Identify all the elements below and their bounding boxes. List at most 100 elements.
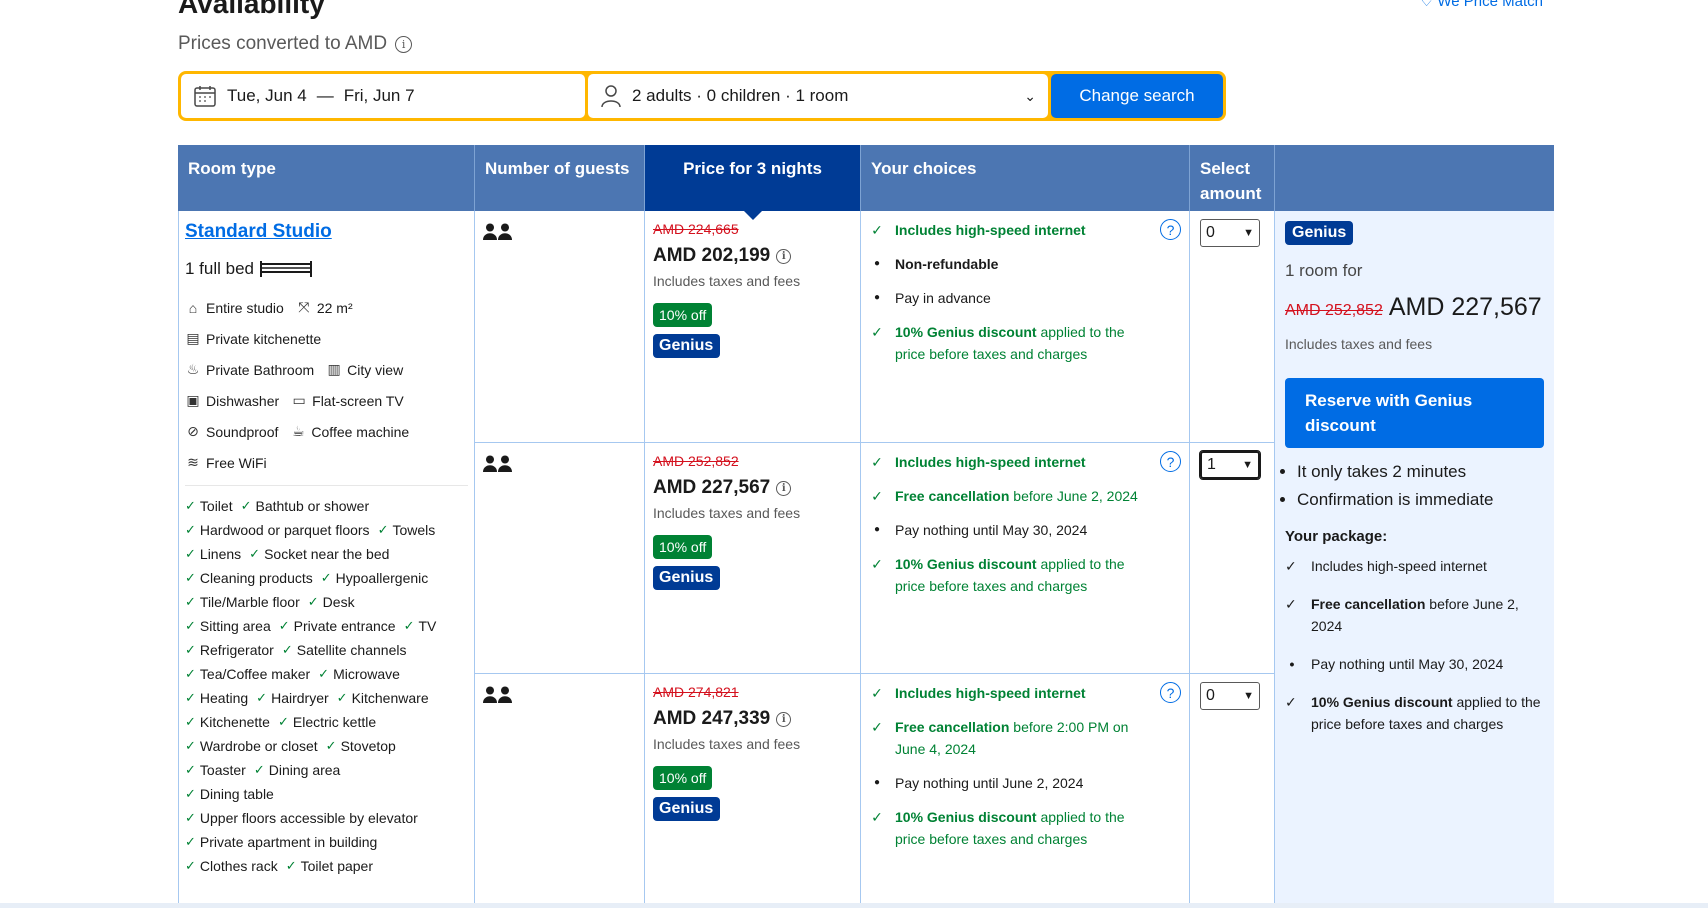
room-amount-select[interactable]: 0 ▼ [1200,682,1260,710]
check-icon: ✓ [1285,558,1297,574]
check-icon: ✓ [185,570,196,585]
info-icon[interactable]: i [776,248,792,264]
amenity-label: Kitchenette [199,714,270,730]
date-separator: — [316,86,334,105]
header-select-line1: Select [1200,159,1251,178]
genius-badge: Genius [653,797,720,821]
amenity-label: TV [418,618,437,634]
amenity-row: ✓ Toilet ✓ Bathtub or shower [185,498,468,514]
old-price: AMD 252,852 [653,453,739,469]
help-icon[interactable]: ? [1160,682,1181,703]
choice-text: Pay nothing until May 30, 2024 [895,519,1117,541]
package-bold: Free cancellation [1311,596,1426,612]
current-price: AMD 227,567 i [653,477,852,499]
choice-bold: 10% Genius discount [895,809,1037,825]
amenity-label: Tea/Coffee maker [199,666,311,682]
facility-row: ⊘ Soundproof ☕ Coffee machine [185,423,468,440]
select-value: 0 [1206,224,1215,241]
change-search-button[interactable]: Change search [1051,74,1223,118]
facility-label: Flat-screen TV [312,392,404,409]
info-icon[interactable]: i [395,35,413,53]
choice-item: ✓ Free cancellation before June 2, 2024 [869,485,1181,507]
date-picker[interactable]: Tue, Jun 4 — Fri, Jun 7 [181,74,585,118]
check-icon: ✓ [185,546,196,561]
divider [185,485,468,486]
choice-item: ● Pay in advance [869,287,1181,309]
room-name-link[interactable]: Standard Studio [185,221,468,243]
facility-item: ▣ Dishwasher [185,392,279,409]
bed-info: 1 full bed [185,259,468,279]
amenity-item: ✓ Kitchenware [337,690,429,706]
amenity-label: Sitting area [199,618,271,634]
facility-item: ▭ Flat-screen TV [291,392,404,409]
package-text: Free cancellation before June 2, 2024 [1311,593,1544,637]
info-icon[interactable]: i [776,711,792,727]
select-value: 0 [1206,687,1215,704]
price-match-link[interactable]: ♡ We Price Match [1420,0,1543,10]
package-bold: 10% Genius discount [1311,694,1453,710]
amenity-item: ✓ Toilet paper [286,858,373,874]
reserve-button[interactable]: Reserve with Genius discount [1285,378,1544,448]
help-icon[interactable]: ? [1160,219,1181,240]
check-icon: ✓ [185,810,196,825]
bottom-scroll-area [0,903,1708,908]
amenity-label: Upper floors accessible by elevator [199,810,418,826]
choice-bold: 10% Genius discount [895,556,1037,572]
check-icon: ✓ [253,762,265,777]
amenity-row: ✓ Private apartment in building [185,834,468,850]
check-icon: ✓ [185,666,196,681]
room-amount-select[interactable]: 1 ▼ [1199,450,1261,480]
kitchenette-icon: ▤ [186,330,200,346]
amenity-label: Hairdryer [271,690,329,706]
genius-badge: Genius [653,334,720,358]
facility-list: ⌂ Entire studio ⤧ 22 m² ▤ Private kitchenette… [185,299,468,471]
choice-text: 10% Genius discount applied to the price… [895,806,1181,850]
choice-item: ✓ Free cancellation before 2:00 PM on Jun… [869,716,1181,760]
amenity-label: Electric kettle [292,714,377,730]
amenity-label: Dining area [268,762,341,778]
amenity-label: Stovetop [340,738,396,754]
choices-cell: ? ✓ Includes high-speed internet ✓ Free canc… [861,443,1190,674]
room-amount-select[interactable]: 0 ▼ [1200,219,1260,247]
check-icon: ✓ [185,858,196,873]
check-icon: ✓ [185,498,196,513]
summary-taxes: Includes taxes and fees [1285,336,1433,352]
dishwasher-icon: ▣ [186,392,200,408]
amenity-item: ✓ Socket near the bed [249,546,389,562]
check-icon: ✓ [256,690,268,705]
choice-item: ✓ 10% Genius discount applied to the pric… [869,806,1181,850]
check-icon: ✓ [185,786,196,801]
choice-text: Includes high-speed internet [895,219,1116,241]
current-price-value: AMD 247,339 [653,708,771,729]
amenity-label: Socket near the bed [264,546,390,562]
choice-text: 10% Genius discount applied to the price… [895,321,1181,365]
amenity-label: Private entrance [293,618,396,634]
check-icon: ✓ [240,498,252,513]
building-icon: ▥ [327,361,341,377]
amenity-label: Towels [392,522,436,538]
info-icon[interactable]: i [776,480,792,496]
help-icon[interactable]: ? [1160,451,1181,472]
guests-summary: 2 adults · 0 children · 1 room [600,84,848,108]
discount-badge: 10% off [653,535,713,559]
amenity-item: ✓ Dining area [254,762,341,778]
guests-selector[interactable]: 2 adults · 0 children · 1 room ⌄ [588,74,1048,118]
amenity-label: Dining table [199,786,274,802]
bullet-icon: ● [873,292,881,303]
amenity-label: Heating [199,690,249,706]
amenity-label: Satellite channels [296,642,407,658]
amenity-label: Toaster [199,762,246,778]
current-price-value: AMD 227,567 [653,477,771,498]
facility-item: ≋ Free WiFi [185,454,267,471]
amenity-label: Clothes rack [199,858,278,874]
amenity-row: ✓ Linens ✓ Socket near the bed [185,546,468,562]
package-list: ✓ Includes high-speed internet ✓ Free cance… [1285,555,1544,735]
choice-bold: Includes high-speed internet [895,454,1086,470]
bath-icon: ♨ [186,361,200,377]
header-price[interactable]: Price for 3 nights [645,145,861,220]
facility-label: Soundproof [206,423,279,440]
current-price-value: AMD 202,199 [653,245,771,266]
choice-item: ● Non-refundable [869,253,1181,275]
amenity-item: ✓ Stovetop [326,738,396,754]
amenity-label: Kitchenware [351,690,429,706]
